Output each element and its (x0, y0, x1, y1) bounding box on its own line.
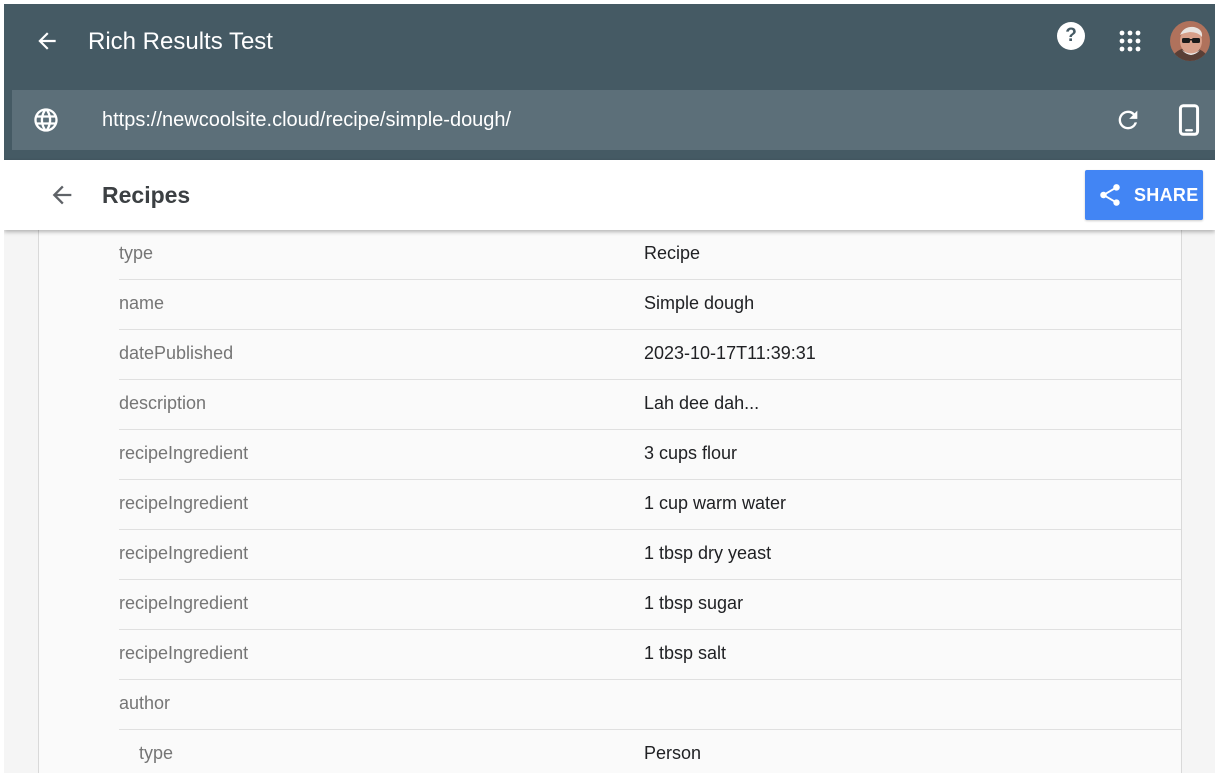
page-title: Recipes (102, 182, 191, 208)
arrow-left-icon (38, 32, 56, 50)
property-value: 1 tbsp dry yeast (644, 543, 772, 563)
property-value: 2023-10-17T11:39:31 (644, 343, 816, 363)
property-key: type (119, 243, 154, 263)
help-button[interactable]: ? (1057, 22, 1085, 50)
table-row: recipeIngredient 3 cups flour (119, 430, 1181, 480)
share-icon (1100, 184, 1120, 206)
property-value: Person (644, 743, 702, 763)
back-button[interactable] (32, 26, 62, 56)
property-key: recipeIngredient (119, 443, 249, 463)
property-key: recipeIngredient (119, 593, 249, 613)
app-title: Rich Results Test (88, 28, 273, 55)
avatar[interactable] (1170, 21, 1210, 61)
table-row: type Person (119, 730, 1181, 773)
property-value: 1 tbsp salt (644, 643, 727, 663)
property-key: recipeIngredient (119, 543, 249, 563)
property-key: name (119, 293, 165, 313)
app-bar: Rich Results Test ? https://newcoolsite.… (4, 4, 1215, 160)
url-bar: https://newcoolsite.cloud/recipe/simple-… (12, 90, 1215, 150)
property-key: recipeIngredient (119, 493, 249, 513)
section-header: Recipes SHARE (4, 160, 1215, 230)
table-row: datePublished 2023-10-17T11:39:31 (119, 330, 1181, 380)
property-key: datePublished (119, 343, 234, 363)
property-key: author (119, 693, 171, 713)
property-key: type (139, 743, 174, 763)
property-table: type Recipe name Simple dough datePublis… (119, 230, 1181, 773)
property-value: Recipe (644, 243, 701, 263)
property-value: Lah dee dah... (644, 393, 760, 413)
table-row: name Simple dough (119, 280, 1181, 330)
user-avatar-icon (1170, 21, 1210, 61)
table-row: author (119, 680, 1181, 730)
url-field[interactable]: https://newcoolsite.cloud/recipe/simple-… (102, 104, 511, 136)
property-value: 1 tbsp sugar (644, 593, 744, 613)
smartphone-icon[interactable] (1176, 104, 1202, 136)
apps-grid-icon (1119, 30, 1141, 52)
app-window: Rich Results Test ? https://newcoolsite.… (4, 4, 1215, 773)
globe-icon (34, 108, 58, 132)
table-row: recipeIngredient 1 tbsp sugar (119, 580, 1181, 630)
property-value: 1 cup warm water (644, 493, 787, 513)
recipe-details-card: type Recipe name Simple dough datePublis… (38, 230, 1182, 773)
share-label: SHARE (1134, 185, 1199, 205)
property-value: Simple dough (644, 293, 755, 313)
table-row: recipeIngredient 1 tbsp dry yeast (119, 530, 1181, 580)
property-value: 3 cups flour (644, 443, 738, 463)
help-circle-icon: ? (1065, 25, 1077, 46)
table-row: type Recipe (119, 230, 1181, 280)
property-key: recipeIngredient (119, 643, 249, 663)
share-button[interactable]: SHARE (1085, 170, 1203, 220)
property-key: description (119, 393, 207, 413)
table-row: recipeIngredient 1 tbsp salt (119, 630, 1181, 680)
table-row: description Lah dee dah... (119, 380, 1181, 430)
refresh-icon[interactable] (1114, 106, 1142, 134)
apps-button[interactable] (1119, 30, 1141, 52)
arrow-left-icon[interactable] (48, 181, 76, 209)
table-row: recipeIngredient 1 cup warm water (119, 480, 1181, 530)
